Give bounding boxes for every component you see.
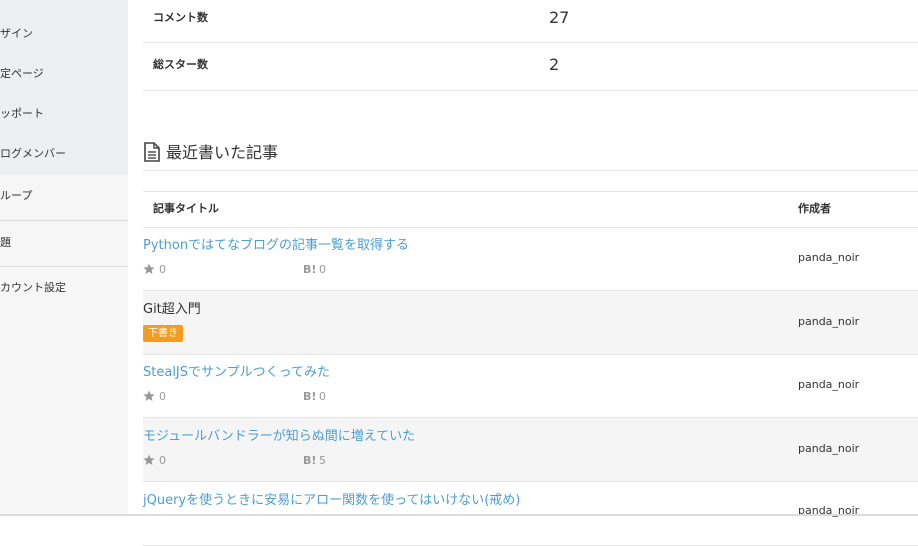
stat-row-comments: コメント数 27	[143, 0, 918, 43]
star-icon	[143, 263, 155, 274]
stat-value: 2	[549, 55, 560, 74]
star-count: 0	[159, 263, 166, 276]
article-meta: 0 B! 0	[143, 389, 443, 405]
article-title-link[interactable]: Pythonではてなブログの記事一覧を取得する	[143, 237, 409, 255]
article-author: panda_noir	[798, 378, 860, 391]
article-author: panda_noir	[798, 442, 860, 455]
star-icon	[143, 454, 155, 465]
bookmark-count: 0	[319, 390, 326, 403]
article-title-link[interactable]: StealJSでサンプルつくってみた	[143, 364, 330, 382]
table-row: StealJSでサンプルつくってみた 0 B! 0 panda_noir	[143, 354, 918, 418]
table-row: Git超入門 下書き panda_noir	[143, 291, 918, 355]
article-meta: 0 B! 5	[143, 453, 443, 469]
sidebar-item-account-settings[interactable]: カウント設定	[0, 281, 128, 295]
sidebar-item-custom-pages[interactable]: 定ページ	[0, 67, 128, 81]
star-icon	[143, 390, 155, 401]
column-header-author: 作成者	[798, 202, 831, 215]
sidebar-item-design[interactable]: ザイン	[0, 27, 128, 41]
draft-badge: 下書き	[143, 325, 183, 342]
sidebar-divider	[0, 266, 128, 267]
table-header: 記事タイトル 作成者	[143, 191, 918, 228]
table-row: Pythonではてなブログの記事一覧を取得する 0 B! 0 panda_noi…	[143, 227, 918, 291]
sidebar-item-topics[interactable]: 題	[0, 236, 128, 250]
stat-label: 総スター数	[153, 58, 208, 71]
sidebar-item-groups[interactable]: ループ	[0, 189, 128, 203]
star-count: 0	[159, 454, 166, 467]
hatena-bookmark-icon: B!	[303, 454, 317, 467]
star-count: 0	[159, 390, 166, 403]
article-meta: 0 B! 0	[143, 262, 443, 278]
stat-row-stars: 総スター数 2	[143, 43, 918, 91]
sidebar-item-blog-members[interactable]: ログメンバー	[0, 147, 128, 161]
column-header-title: 記事タイトル	[153, 202, 219, 215]
article-title-link[interactable]: jQueryを使うときに安易にアロー関数を使ってはいけない(戒め)	[143, 492, 520, 510]
section-title-recent-articles: 最近書いた記事	[143, 140, 918, 171]
stat-value: 27	[549, 8, 570, 27]
sidebar-item-support[interactable]: ッポート	[0, 107, 128, 121]
hatena-bookmark-icon: B!	[303, 390, 317, 403]
article-author: panda_noir	[798, 251, 860, 264]
article-title-link[interactable]: モジュールバンドラーが知らぬ間に増えていた	[143, 428, 415, 446]
stat-label: コメント数	[153, 11, 208, 24]
article-author: panda_noir	[798, 315, 860, 328]
hatena-bookmark-icon: B!	[303, 263, 317, 276]
sidebar-divider	[0, 220, 128, 221]
bookmark-count: 0	[319, 263, 326, 276]
table-row: モジュールバンドラーが知らぬ間に増えていた 0 B! 5 panda_noir	[143, 418, 918, 482]
main-content: コメント数 27 総スター数 2 最近書いた記事 記事タイトル 作成者 Pyth…	[143, 0, 918, 546]
section-title-text: 最近書いた記事	[166, 143, 279, 162]
article-title[interactable]: Git超入門	[143, 301, 201, 319]
sidebar: ザイン 定ページ ッポート ログメンバー ループ 題 カウント設定	[0, 0, 128, 516]
bookmark-count: 5	[319, 454, 326, 467]
document-icon	[144, 142, 160, 162]
